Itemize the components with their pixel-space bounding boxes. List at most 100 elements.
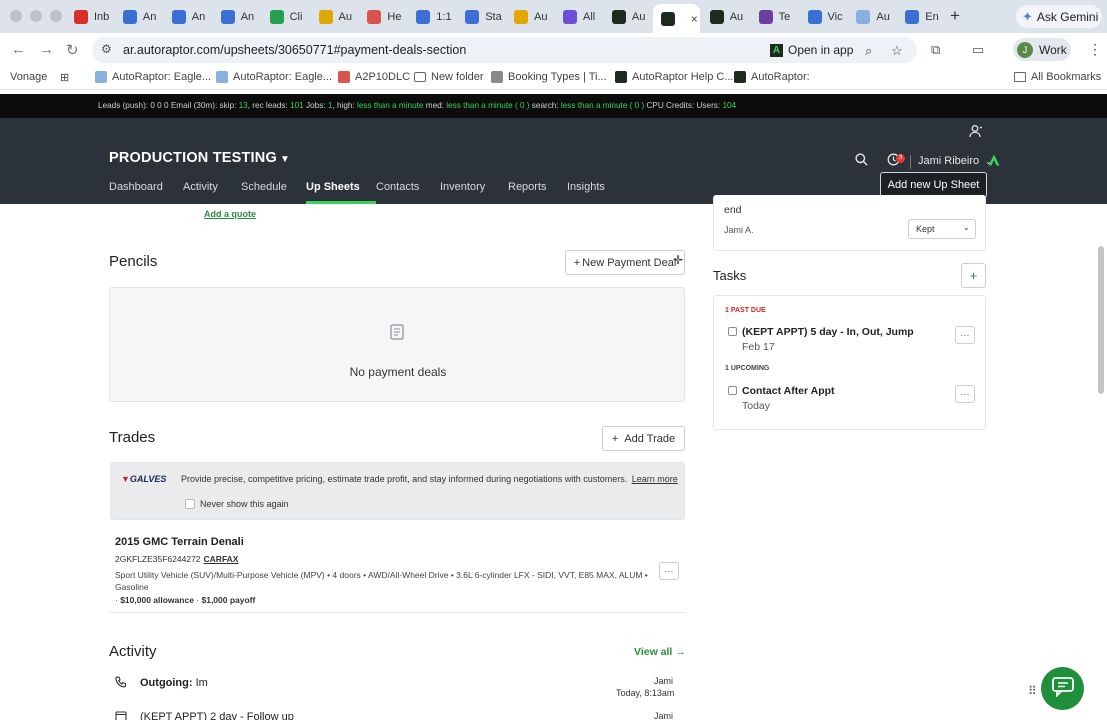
bookmark-favicon-icon bbox=[615, 71, 627, 83]
bookmark-star-icon[interactable]: ☆ bbox=[891, 43, 903, 59]
browser-tab[interactable]: An bbox=[164, 5, 211, 29]
bookmark-favicon-icon bbox=[491, 71, 503, 83]
nav-item-schedule[interactable]: Schedule bbox=[241, 181, 306, 204]
window-close-button[interactable] bbox=[10, 10, 22, 22]
extensions-icon[interactable]: ⧉ bbox=[931, 42, 940, 58]
window-zoom-button[interactable] bbox=[50, 10, 62, 22]
activity-text: (KEPT APPT) 2 day - Follow up bbox=[140, 711, 294, 720]
task-more-button[interactable]: ··· bbox=[955, 326, 975, 344]
drag-handle-icon[interactable]: ⠿ bbox=[1028, 684, 1037, 698]
browser-tab[interactable]: Au bbox=[702, 5, 749, 29]
pencils-title: Pencils bbox=[109, 253, 158, 270]
tab-favicon-icon bbox=[269, 10, 284, 24]
tab-favicon-icon bbox=[74, 10, 88, 24]
tab-favicon-icon bbox=[367, 10, 382, 24]
user-menu[interactable]: Jami Ribeiro ⌄ bbox=[918, 155, 992, 167]
never-show-checkbox[interactable] bbox=[185, 499, 195, 509]
bookmark-item[interactable]: AutoRaptor: Eagle... bbox=[95, 71, 211, 83]
nav-item-reports[interactable]: Reports bbox=[508, 181, 567, 204]
profile-button[interactable]: J Work bbox=[1013, 38, 1071, 61]
task-title[interactable]: (KEPT APPT) 5 day - In, Out, Jump bbox=[742, 326, 914, 338]
document-icon bbox=[390, 324, 404, 343]
add-quote-link[interactable]: Add a quote bbox=[204, 209, 256, 219]
chat-button[interactable] bbox=[1041, 667, 1084, 710]
browser-tab[interactable]: He bbox=[359, 5, 406, 29]
apps-grid-icon[interactable]: ⊞ bbox=[60, 71, 69, 84]
task-title[interactable]: Contact After Appt bbox=[742, 385, 835, 397]
add-trade-button[interactable]: + Add Trade bbox=[602, 426, 685, 451]
ask-gemini-button[interactable]: ✦ Ask Gemini bbox=[1016, 5, 1102, 28]
appointment-status-select[interactable]: Kept ⌄ bbox=[908, 219, 976, 239]
tab-favicon-icon bbox=[318, 10, 333, 24]
nav-item-insights[interactable]: Insights bbox=[567, 181, 627, 204]
browser-tab[interactable]: 1:1 bbox=[408, 5, 455, 29]
view-all-link[interactable]: View all → bbox=[634, 646, 686, 658]
new-payment-deal-button[interactable]: + New Payment Deal bbox=[565, 250, 685, 275]
trade-more-button[interactable]: ··· bbox=[659, 562, 679, 580]
task-checkbox[interactable] bbox=[728, 386, 737, 395]
person-icon[interactable] bbox=[969, 124, 983, 141]
close-tab-icon[interactable]: × bbox=[691, 12, 698, 26]
site-settings-icon[interactable]: ⚙ bbox=[101, 42, 112, 56]
reload-icon[interactable]: ↻ bbox=[66, 41, 79, 59]
browser-tab[interactable]: All bbox=[555, 5, 602, 29]
trades-title: Trades bbox=[109, 429, 156, 446]
address-bar[interactable]: ⚙ ar.autoraptor.com/upsheets/30650771#pa… bbox=[92, 37, 917, 63]
nav-item-contacts[interactable]: Contacts bbox=[376, 181, 440, 204]
window-minimize-button[interactable] bbox=[30, 10, 42, 22]
activity-user: Jami bbox=[654, 676, 674, 686]
browser-tab[interactable]: × bbox=[652, 4, 700, 33]
arrow-right-icon: → bbox=[675, 646, 686, 658]
browser-tab[interactable]: Au bbox=[311, 5, 358, 29]
browser-tab[interactable]: Au bbox=[604, 5, 651, 29]
browser-menu-icon[interactable]: ⋮ bbox=[1088, 41, 1102, 58]
bookmark-item[interactable]: AutoRaptor: Eagle... bbox=[216, 71, 332, 83]
app-header: PRODUCTION TESTING ▼ 3 Jami Ribeiro ⌄ Add… bbox=[0, 118, 1107, 204]
bookmark-item[interactable]: Vonage bbox=[10, 71, 47, 83]
header-divider bbox=[910, 155, 911, 169]
browser-tab[interactable]: An bbox=[115, 5, 162, 29]
nav-item-dashboard[interactable]: Dashboard bbox=[109, 181, 183, 204]
browser-tab[interactable]: Au bbox=[848, 5, 895, 29]
page-scrollbar[interactable] bbox=[1098, 246, 1104, 394]
nav-item-up-sheets[interactable]: Up Sheets bbox=[306, 181, 376, 204]
task-checkbox[interactable] bbox=[728, 327, 737, 336]
autoraptor-logo-icon[interactable] bbox=[988, 154, 1000, 169]
bookmark-item[interactable]: AutoRaptor Help C... bbox=[615, 71, 734, 83]
browser-tab[interactable]: Te bbox=[751, 5, 798, 29]
side-panel-icon[interactable]: ▭ bbox=[972, 42, 984, 58]
learn-more-link[interactable]: Learn more bbox=[632, 474, 678, 484]
carfax-link[interactable]: CARFAX bbox=[204, 554, 239, 564]
zoom-icon[interactable]: ⌕ bbox=[865, 43, 872, 59]
new-tab-button[interactable]: + bbox=[950, 6, 960, 26]
bookmark-item[interactable]: New folder bbox=[414, 71, 484, 83]
browser-tab[interactable]: Au bbox=[506, 5, 553, 29]
browser-tab[interactable]: An bbox=[213, 5, 260, 29]
bookmark-item[interactable]: Booking Types | Ti... bbox=[491, 71, 607, 83]
browser-tab[interactable]: Vic bbox=[800, 5, 847, 29]
add-task-button[interactable]: + bbox=[961, 263, 986, 288]
tasks-title: Tasks bbox=[713, 268, 747, 283]
browser-tab-strip: Inb An An An Cli Au He 1:1 Sta Au All Au × Au Te Vic Au E… bbox=[0, 0, 1107, 33]
chevron-down-icon: ▼ bbox=[279, 154, 291, 165]
nav-item-activity[interactable]: Activity bbox=[183, 181, 241, 204]
activity-title: Activity bbox=[109, 643, 157, 660]
back-arrow-icon[interactable]: ← bbox=[11, 41, 26, 58]
forward-arrow-icon[interactable]: → bbox=[39, 41, 54, 58]
tab-favicon-icon bbox=[220, 10, 235, 24]
task-more-button[interactable]: ··· bbox=[955, 385, 975, 403]
browser-tab[interactable]: Sta bbox=[457, 5, 504, 29]
nav-item-inventory[interactable]: Inventory bbox=[440, 181, 508, 204]
search-icon[interactable] bbox=[855, 153, 868, 169]
tab-favicon-icon bbox=[416, 10, 431, 24]
calendar-icon bbox=[115, 710, 127, 720]
open-in-app-chip[interactable]: A Open in app bbox=[770, 41, 853, 59]
all-bookmarks-folder[interactable]: All Bookmarks bbox=[1014, 71, 1101, 83]
dealership-selector[interactable]: PRODUCTION TESTING ▼ bbox=[109, 150, 290, 166]
browser-tab[interactable]: Cli bbox=[262, 5, 309, 29]
browser-tab[interactable]: Inb bbox=[66, 5, 113, 29]
bookmark-item[interactable]: AutoRaptor: bbox=[734, 71, 810, 83]
bookmark-item[interactable]: A2P10DLC bbox=[338, 71, 410, 83]
browser-tab[interactable]: En bbox=[897, 5, 944, 29]
appointment-end-text: end bbox=[724, 204, 742, 216]
